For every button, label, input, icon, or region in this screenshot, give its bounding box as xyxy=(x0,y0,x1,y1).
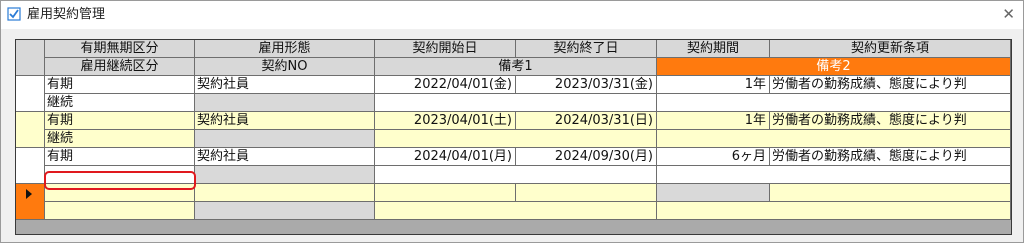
col-header-contract-no[interactable]: 契約NO xyxy=(195,58,375,76)
cell-period[interactable]: 1年 xyxy=(657,76,770,94)
cell-contract-no xyxy=(195,130,375,148)
cell-contract-no xyxy=(195,94,375,112)
col-header-continuation[interactable]: 雇用継続区分 xyxy=(45,58,195,76)
col-header-end-date[interactable]: 契約終了日 xyxy=(516,40,657,58)
row-selector[interactable] xyxy=(16,148,45,184)
current-row-indicator[interactable] xyxy=(16,184,45,220)
cell-note1[interactable] xyxy=(375,130,657,148)
cell-start-date[interactable]: 2022/04/01(金) xyxy=(375,76,516,94)
cell-note2[interactable] xyxy=(657,166,1011,184)
col-header-start-date[interactable]: 契約開始日 xyxy=(375,40,516,58)
cell-start-date[interactable] xyxy=(375,184,516,202)
cell-start-date[interactable]: 2024/04/01(月) xyxy=(375,148,516,166)
cell-renewal-clause[interactable] xyxy=(770,184,1011,202)
cell-end-date[interactable]: 2024/09/30(月) xyxy=(516,148,657,166)
col-header-renewal-clause[interactable]: 契約更新条項 xyxy=(770,40,1011,58)
row-selector[interactable] xyxy=(16,112,45,148)
cell-note1[interactable] xyxy=(375,202,657,220)
cell-renewal-clause[interactable]: 労働者の勤務成績、態度により判 xyxy=(770,148,1011,166)
cell-employment-type[interactable]: 契約社員 xyxy=(195,148,375,166)
col-header-employment-type[interactable]: 雇用形態 xyxy=(195,40,375,58)
cell-term-type[interactable]: 有期 xyxy=(45,148,195,166)
cell-contract-no xyxy=(195,166,375,184)
cell-period xyxy=(657,184,770,202)
current-row-arrow-icon xyxy=(26,189,32,199)
cell-employment-type[interactable]: 契約社員 xyxy=(195,112,375,130)
cell-note1[interactable] xyxy=(375,94,657,112)
cell-note2[interactable] xyxy=(657,130,1011,148)
cell-note2[interactable] xyxy=(657,202,1011,220)
cell-renewal-clause[interactable]: 労働者の勤務成績、態度により判 xyxy=(770,112,1011,130)
cell-end-date[interactable]: 2024/03/31(日) xyxy=(516,112,657,130)
cell-continuation[interactable]: 継続 xyxy=(45,130,195,148)
cell-start-date[interactable]: 2023/04/01(土) xyxy=(375,112,516,130)
cell-continuation[interactable] xyxy=(45,202,195,220)
employment-contract-window: 雇用契約管理 ✕ 有期無期区分 雇用形態 契約開始日 契約終了日 契約期間 契約… xyxy=(0,0,1024,243)
window-title: 雇用契約管理 xyxy=(27,7,106,22)
col-header-term-type[interactable]: 有期無期区分 xyxy=(45,40,195,58)
row-selector[interactable] xyxy=(16,76,45,112)
col-header-note2[interactable]: 備考2 xyxy=(657,58,1011,76)
cell-term-type[interactable]: 有期 xyxy=(45,112,195,130)
contract-grid: 有期無期区分 雇用形態 契約開始日 契約終了日 契約期間 契約更新条項 雇用継続… xyxy=(15,39,1012,235)
close-icon[interactable]: ✕ xyxy=(1002,5,1015,23)
row-header-corner xyxy=(16,40,45,76)
cell-end-date[interactable]: 2023/03/31(金) xyxy=(516,76,657,94)
cell-employment-type[interactable] xyxy=(195,184,375,202)
cell-continuation[interactable]: 継続 xyxy=(45,94,195,112)
cell-term-type[interactable]: 有期 xyxy=(45,76,195,94)
title-bar: 雇用契約管理 ✕ xyxy=(1,1,1023,29)
col-header-note1[interactable]: 備考1 xyxy=(375,58,657,76)
highlight-box xyxy=(44,171,196,190)
cell-note1[interactable] xyxy=(375,166,657,184)
cell-renewal-clause[interactable]: 労働者の勤務成績、態度により判 xyxy=(770,76,1011,94)
cell-employment-type[interactable]: 契約社員 xyxy=(195,76,375,94)
cell-period[interactable]: 6ヶ月 xyxy=(657,148,770,166)
cell-end-date[interactable] xyxy=(516,184,657,202)
cell-period[interactable]: 1年 xyxy=(657,112,770,130)
app-icon xyxy=(7,7,21,21)
cell-contract-no xyxy=(195,202,375,220)
col-header-period[interactable]: 契約期間 xyxy=(657,40,770,58)
cell-note2[interactable] xyxy=(657,94,1011,112)
